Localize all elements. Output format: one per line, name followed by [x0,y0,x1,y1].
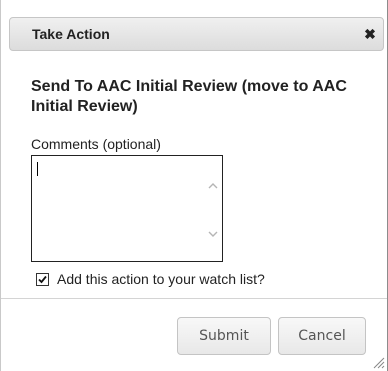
close-icon[interactable]: ✖ [361,25,379,43]
footer-divider [1,298,387,299]
comments-textarea[interactable] [32,156,202,261]
comments-field[interactable] [31,155,223,262]
cancel-button[interactable]: Cancel [278,317,366,355]
action-heading: Send To AAC Initial Review (move to AAC … [31,78,347,115]
resize-grip-icon[interactable] [371,355,385,369]
take-action-dialog: Take Action ✖ Send To AAC Initial Review… [0,0,388,371]
checkmark-icon [38,275,47,283]
dialog-title: Take Action [32,26,110,42]
watch-list-checkbox[interactable] [36,272,49,286]
text-caret [37,162,38,176]
scroll-up-icon[interactable] [207,180,219,192]
comments-label: Comments (optional) [31,136,161,152]
watch-list-label[interactable]: Add this action to your watch list? [57,271,265,287]
submit-button[interactable]: Submit [177,317,271,355]
scroll-down-icon[interactable] [207,228,219,240]
watch-list-row[interactable]: Add this action to your watch list? [36,270,265,288]
dialog-titlebar[interactable]: Take Action ✖ [9,17,384,51]
